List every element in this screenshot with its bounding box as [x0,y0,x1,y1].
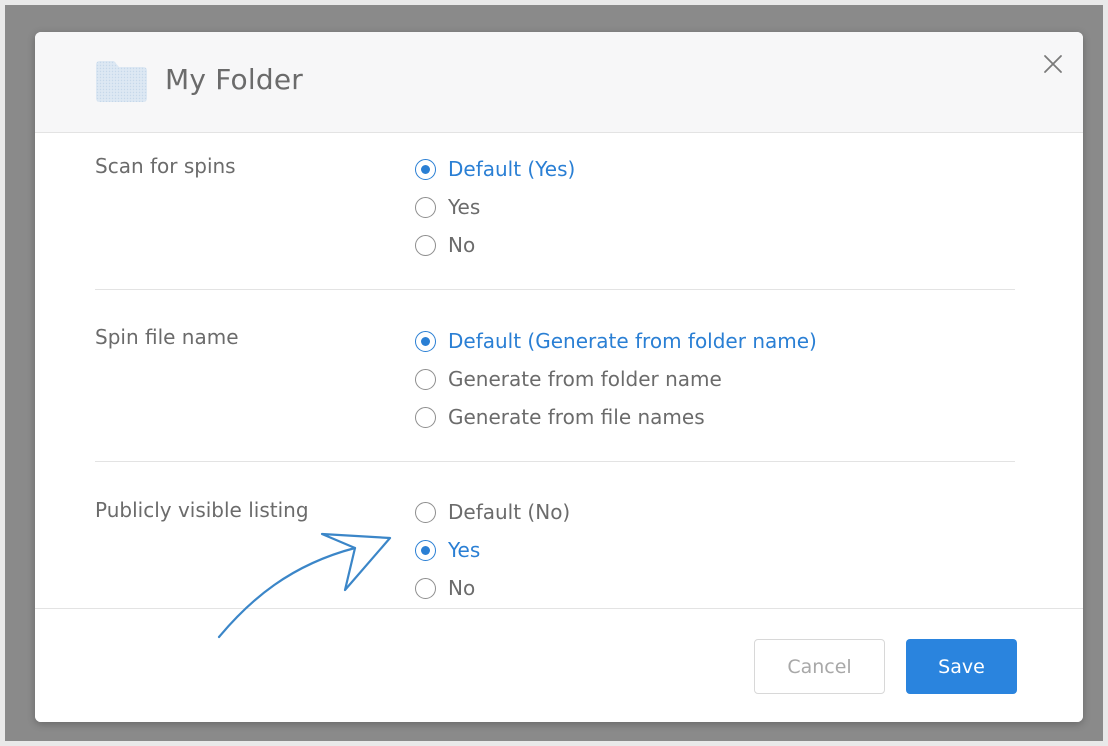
radio-option-label: No [448,233,476,257]
radio-option-label: Default (Generate from folder name) [448,329,817,353]
radio-option-no[interactable]: No [415,226,575,264]
publicly-visible-listing-radio-group: Default (No) Yes No [415,493,570,607]
radio-option-label: No [448,576,476,600]
publicly-visible-listing-section: Publicly visible listing Default (No) Ye… [95,462,1015,608]
radio-option-label: Yes [448,538,481,562]
radio-option-label: Generate from folder name [448,367,722,391]
radio-option-label: Yes [448,195,481,219]
dialog-title: My Folder [165,63,303,96]
save-button[interactable]: Save [906,639,1017,694]
radio-option-no[interactable]: No [415,569,570,607]
radio-option-yes[interactable]: Yes [415,188,575,226]
radio-button-checked[interactable] [415,330,436,352]
radio-option-default-no[interactable]: Default (No) [415,493,570,531]
radio-button-checked[interactable] [415,539,436,561]
close-icon[interactable] [1041,52,1065,76]
radio-option-default-yes[interactable]: Default (Yes) [415,150,575,188]
radio-button[interactable] [415,368,436,390]
dialog-header: My Folder [35,32,1083,133]
radio-button-checked[interactable] [415,158,436,180]
radio-option-label: Default (Yes) [448,157,576,181]
radio-option-label: Default (No) [448,500,571,524]
radio-option-generate-from-file-names[interactable]: Generate from file names [415,398,817,436]
dialog-body: Scan for spins Default (Yes) Yes No Spin… [35,134,1083,608]
section-label: Spin file name [95,325,239,349]
radio-option-default-generate-from-folder-name[interactable]: Default (Generate from folder name) [415,322,817,360]
radio-button[interactable] [415,234,436,256]
radio-button[interactable] [415,196,436,218]
radio-button[interactable] [415,406,436,428]
radio-option-label: Generate from file names [448,405,705,429]
spin-file-name-section: Spin file name Default (Generate from fo… [95,290,1015,462]
scan-for-spins-radio-group: Default (Yes) Yes No [415,150,575,264]
spin-file-name-radio-group: Default (Generate from folder name) Gene… [415,322,817,436]
section-label: Scan for spins [95,154,236,178]
radio-option-yes[interactable]: Yes [415,531,570,569]
radio-button[interactable] [415,501,436,523]
folder-icon [96,61,147,102]
screenshot-frame: My Folder Scan for spins Default (Yes) Y… [0,0,1108,746]
cancel-button[interactable]: Cancel [754,639,885,694]
dialog-footer: Cancel Save [35,608,1083,722]
folder-settings-dialog: My Folder Scan for spins Default (Yes) Y… [35,32,1083,722]
radio-option-generate-from-folder-name[interactable]: Generate from folder name [415,360,817,398]
scan-for-spins-section: Scan for spins Default (Yes) Yes No [95,134,1015,290]
section-label: Publicly visible listing [95,498,309,522]
radio-button[interactable] [415,577,436,599]
